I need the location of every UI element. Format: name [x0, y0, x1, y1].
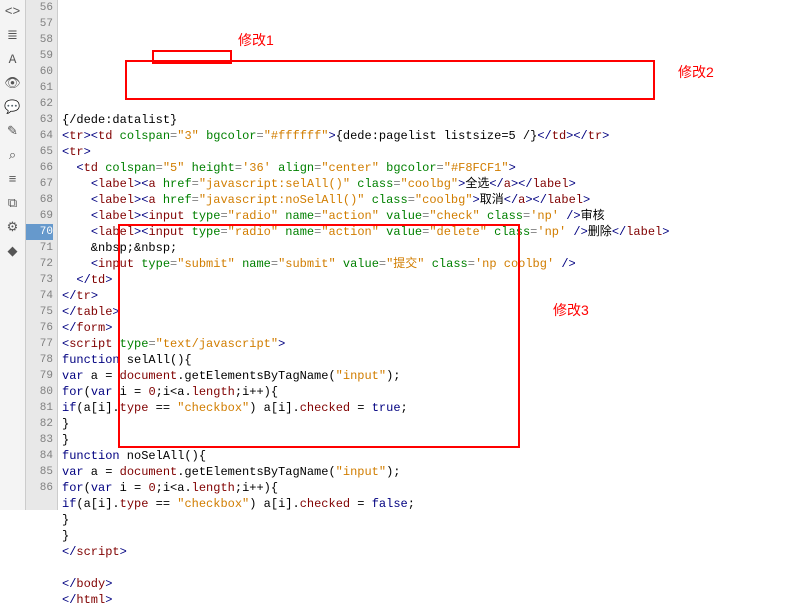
code-line[interactable]: </td> — [62, 272, 786, 288]
eye-icon[interactable]: 👁 — [4, 74, 22, 92]
code-line[interactable]: } — [62, 528, 786, 544]
lines-icon[interactable]: ⧉ — [4, 194, 22, 212]
code-line[interactable]: <tr><td colspan="3" bgcolor="#ffffff">{d… — [62, 128, 786, 144]
code-line[interactable]: var a = document.getElementsByTagName("i… — [62, 368, 786, 384]
code-line[interactable]: </table> — [62, 304, 786, 320]
code-line[interactable]: </script> — [62, 544, 786, 560]
code-line[interactable]: for(var i = 0;i<a.length;i++){ — [62, 384, 786, 400]
script-icon[interactable]: ◆ — [4, 242, 22, 260]
wand-icon[interactable]: ✎ — [4, 122, 22, 140]
code-line[interactable]: {/dede:datalist} — [62, 112, 786, 128]
code-line[interactable]: <label><a href="javascript:selAll()" cla… — [62, 176, 786, 192]
code-line[interactable]: } — [62, 432, 786, 448]
code-line[interactable]: <td colspan="5" height='36' align="cente… — [62, 160, 786, 176]
code-line[interactable]: } — [62, 416, 786, 432]
comment-icon[interactable]: 💬 — [4, 98, 22, 116]
code-line[interactable]: <label><input type="radio" name="action"… — [62, 224, 786, 240]
code-area[interactable]: 修改1 修改2 修改3 {/dede:datalist}<tr><td cols… — [58, 0, 786, 510]
settings-icon[interactable]: ⚙ — [4, 218, 22, 236]
code-line[interactable]: </tr> — [62, 288, 786, 304]
annotation-2: 修改2 — [678, 64, 714, 80]
text-icon[interactable]: A — [4, 50, 22, 68]
highlight-box-2 — [125, 60, 655, 100]
code-line[interactable]: </body> — [62, 576, 786, 592]
code-icon[interactable]: <> — [4, 2, 22, 20]
code-line[interactable]: } — [62, 512, 786, 528]
code-line[interactable]: <label><a href="javascript:noSelAll()" c… — [62, 192, 786, 208]
code-line[interactable]: function selAll(){ — [62, 352, 786, 368]
code-line[interactable]: <tr> — [62, 144, 786, 160]
code-line[interactable]: <input type="submit" name="submit" value… — [62, 256, 786, 272]
code-line[interactable]: &nbsp;&nbsp; — [62, 240, 786, 256]
tool-a-icon[interactable]: ⌕ — [4, 146, 22, 164]
code-line[interactable]: if(a[i].type == "checkbox") a[i].checked… — [62, 400, 786, 416]
code-line[interactable]: </html> — [62, 592, 786, 608]
code-line[interactable]: function noSelAll(){ — [62, 448, 786, 464]
code-line[interactable]: </form> — [62, 320, 786, 336]
code-line[interactable]: <script type="text/javascript"> — [62, 336, 786, 352]
annotation-1: 修改1 — [238, 32, 274, 48]
line-gutter: 5657585960616263646566676869707172737475… — [26, 0, 58, 510]
highlight-box-1 — [152, 50, 232, 64]
list-icon[interactable]: ≣ — [4, 26, 22, 44]
code-line[interactable] — [62, 560, 786, 576]
side-toolbar: <> ≣ A 👁 💬 ✎ ⌕ ≡ ⧉ ⚙ ◆ — [0, 0, 26, 510]
code-line[interactable]: <label><input type="radio" name="action"… — [62, 208, 786, 224]
code-line[interactable]: for(var i = 0;i<a.length;i++){ — [62, 480, 786, 496]
ruler-icon[interactable]: ≡ — [4, 170, 22, 188]
code-line[interactable]: var a = document.getElementsByTagName("i… — [62, 464, 786, 480]
